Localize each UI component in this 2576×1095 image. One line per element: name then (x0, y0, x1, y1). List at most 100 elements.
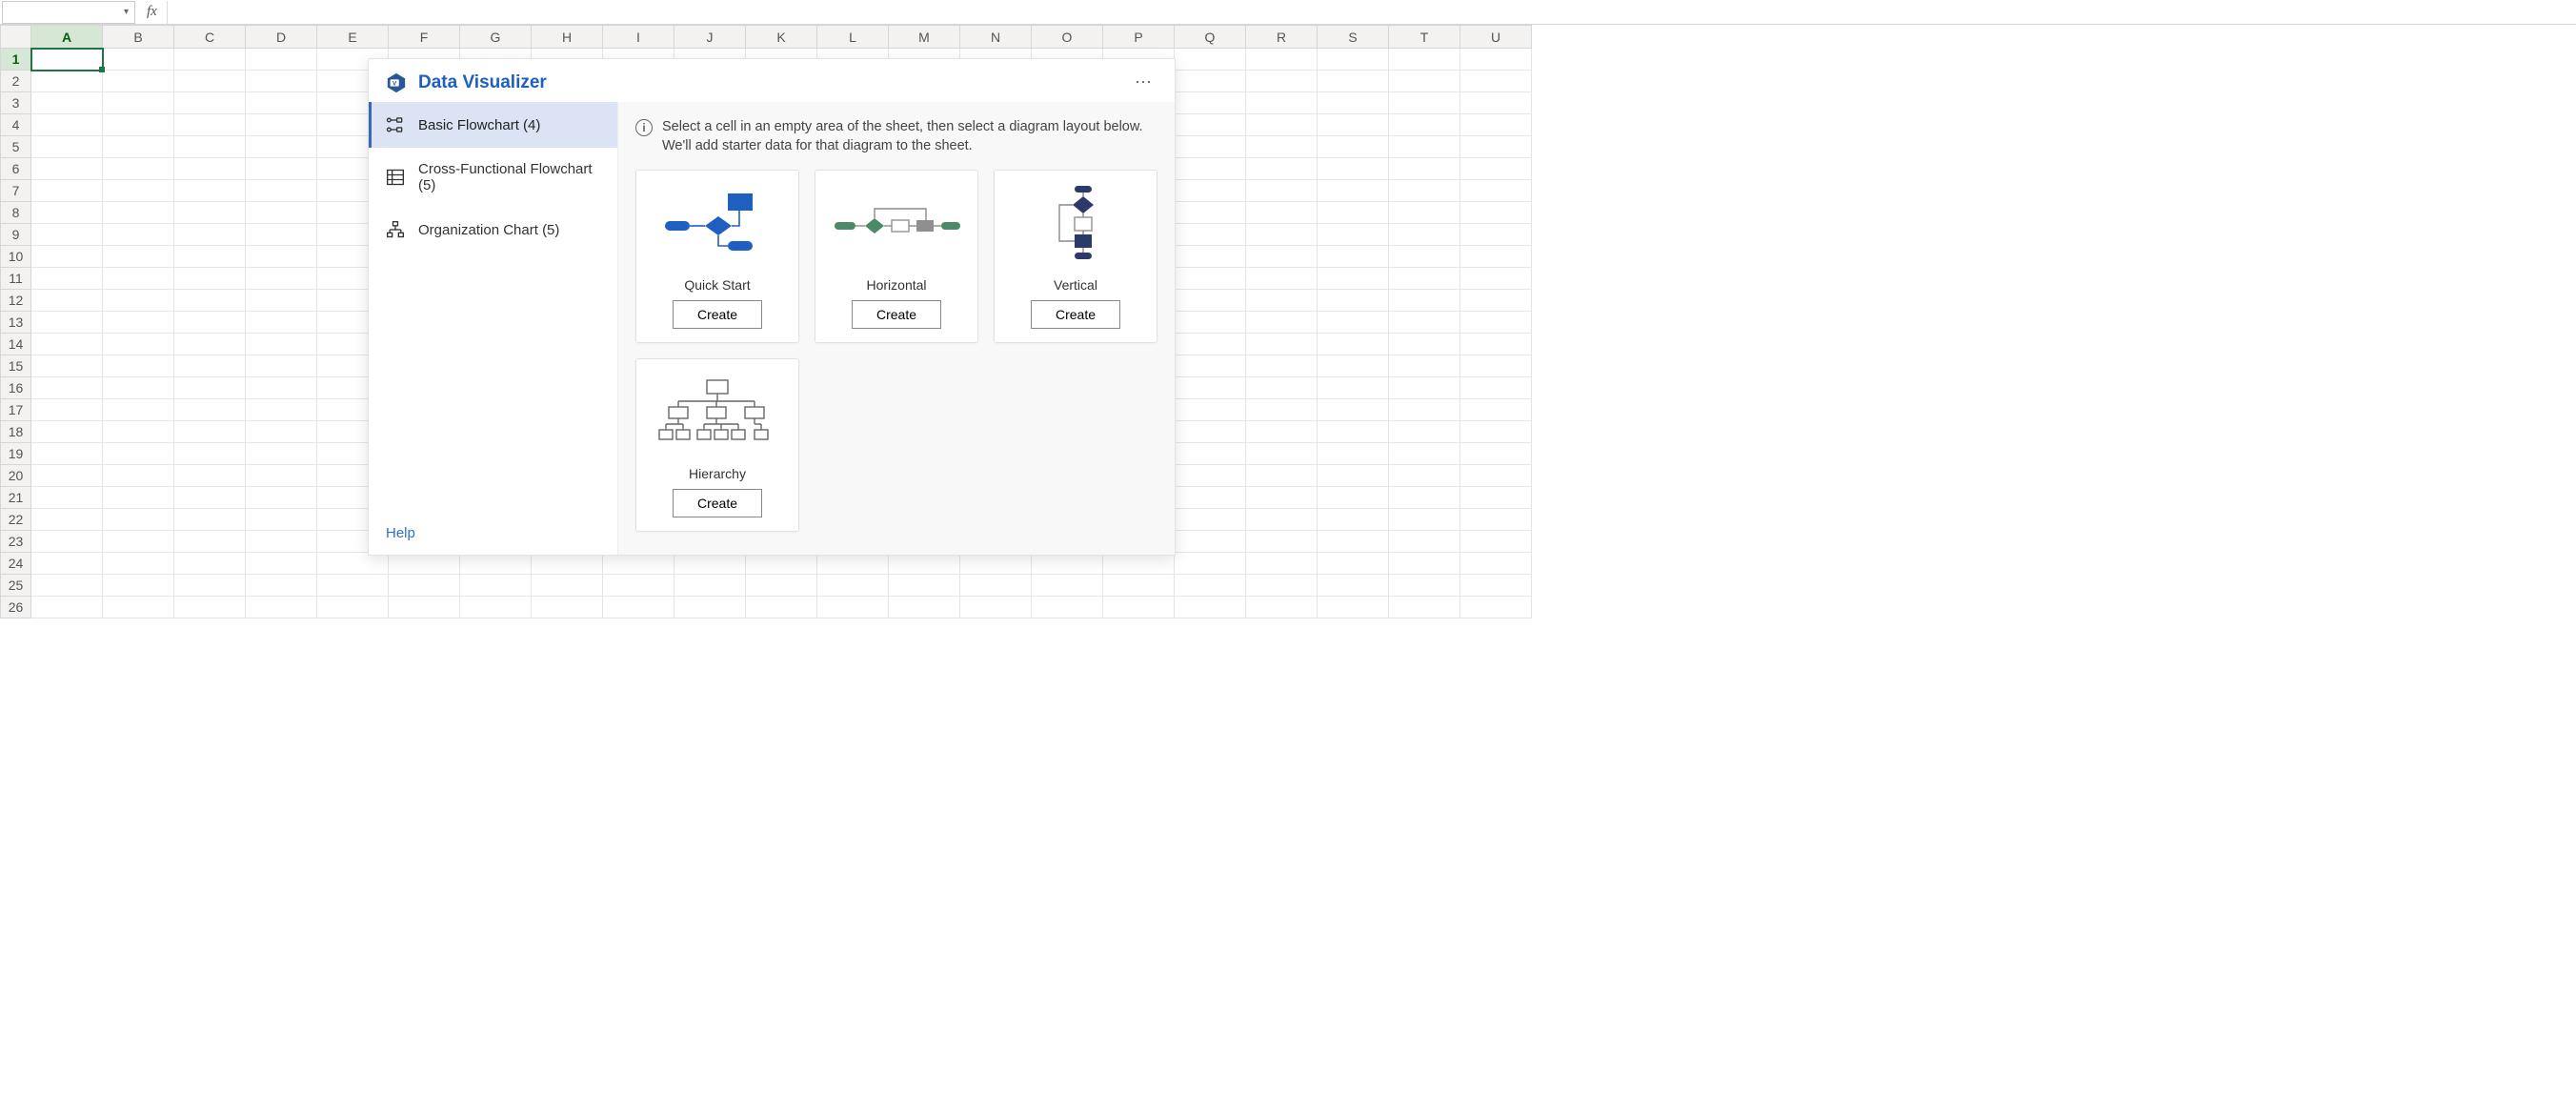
cell[interactable] (1460, 92, 1532, 114)
cell[interactable] (103, 575, 174, 597)
cell[interactable] (1175, 180, 1246, 202)
cell[interactable] (317, 553, 389, 575)
row-header[interactable]: 15 (1, 355, 31, 377)
cell[interactable] (1175, 136, 1246, 158)
cell[interactable] (317, 575, 389, 597)
cell[interactable] (317, 597, 389, 618)
cell[interactable] (460, 597, 532, 618)
cell[interactable] (1460, 71, 1532, 92)
cell[interactable] (817, 553, 889, 575)
cell[interactable] (246, 334, 317, 355)
cell[interactable] (1246, 531, 1318, 553)
cell[interactable] (1389, 180, 1460, 202)
sidebar-item-org-chart[interactable]: Organization Chart (5) (369, 207, 617, 253)
cell[interactable] (1175, 509, 1246, 531)
cell[interactable] (1175, 224, 1246, 246)
cell[interactable] (1318, 509, 1389, 531)
cell[interactable] (1246, 597, 1318, 618)
cell[interactable] (246, 246, 317, 268)
cell[interactable] (1175, 158, 1246, 180)
cell[interactable] (532, 553, 603, 575)
cell[interactable] (1460, 268, 1532, 290)
cell[interactable] (103, 136, 174, 158)
sidebar-item-cross-functional[interactable]: Cross-Functional Flowchart (5) (369, 148, 617, 207)
cell[interactable] (1318, 487, 1389, 509)
cell[interactable] (889, 575, 960, 597)
cell[interactable] (1175, 575, 1246, 597)
row-header[interactable]: 20 (1, 465, 31, 487)
cell[interactable] (103, 355, 174, 377)
row-header[interactable]: 4 (1, 114, 31, 136)
cell[interactable] (1246, 399, 1318, 421)
cell[interactable] (1389, 268, 1460, 290)
cell[interactable] (246, 224, 317, 246)
row-header[interactable]: 8 (1, 202, 31, 224)
cell[interactable] (174, 246, 246, 268)
row-header[interactable]: 21 (1, 487, 31, 509)
cell[interactable] (1246, 377, 1318, 399)
cell[interactable] (103, 597, 174, 618)
cell[interactable] (1460, 465, 1532, 487)
cell[interactable] (960, 575, 1032, 597)
sidebar-item-basic-flowchart[interactable]: Basic Flowchart (4) (369, 102, 617, 148)
name-box[interactable]: ▾ (2, 1, 135, 24)
cell[interactable] (1246, 136, 1318, 158)
cell[interactable] (1175, 246, 1246, 268)
cell[interactable] (174, 465, 246, 487)
cell[interactable] (1389, 158, 1460, 180)
cell[interactable] (174, 180, 246, 202)
cell[interactable] (174, 531, 246, 553)
row-header[interactable]: 12 (1, 290, 31, 312)
cell[interactable] (246, 377, 317, 399)
cell[interactable] (174, 158, 246, 180)
cell[interactable] (1460, 49, 1532, 71)
cell[interactable] (1103, 575, 1175, 597)
cell[interactable] (1318, 399, 1389, 421)
cell[interactable] (31, 312, 103, 334)
cell[interactable] (174, 136, 246, 158)
cell[interactable] (1318, 246, 1389, 268)
row-header[interactable]: 5 (1, 136, 31, 158)
cell[interactable] (246, 71, 317, 92)
cell[interactable] (1318, 290, 1389, 312)
cell[interactable] (174, 553, 246, 575)
cell[interactable] (1103, 553, 1175, 575)
cell[interactable] (246, 290, 317, 312)
cell[interactable] (1318, 531, 1389, 553)
cell[interactable] (1460, 377, 1532, 399)
cell[interactable] (1246, 487, 1318, 509)
row-header[interactable]: 26 (1, 597, 31, 618)
cell[interactable] (603, 553, 674, 575)
cell[interactable] (31, 575, 103, 597)
cell[interactable] (960, 597, 1032, 618)
cell[interactable] (246, 487, 317, 509)
row-header[interactable]: 6 (1, 158, 31, 180)
cell[interactable] (31, 355, 103, 377)
cell[interactable] (103, 158, 174, 180)
cell[interactable] (532, 597, 603, 618)
cell[interactable] (246, 553, 317, 575)
cell[interactable] (1460, 355, 1532, 377)
cell[interactable] (1460, 575, 1532, 597)
cell[interactable] (246, 268, 317, 290)
cell[interactable] (389, 597, 460, 618)
fx-icon[interactable]: fx (137, 4, 167, 20)
cell[interactable] (1389, 355, 1460, 377)
cell[interactable] (1389, 71, 1460, 92)
cell[interactable] (1175, 355, 1246, 377)
cell[interactable] (1460, 531, 1532, 553)
cell[interactable] (1460, 334, 1532, 355)
cell[interactable] (174, 399, 246, 421)
cell[interactable] (1246, 202, 1318, 224)
cell[interactable] (1318, 136, 1389, 158)
cell[interactable] (31, 202, 103, 224)
cell[interactable] (103, 180, 174, 202)
cell[interactable] (31, 421, 103, 443)
cell[interactable] (246, 465, 317, 487)
column-header[interactable]: D (246, 26, 317, 49)
cell[interactable] (1318, 49, 1389, 71)
column-header[interactable]: I (603, 26, 674, 49)
cell[interactable] (1389, 443, 1460, 465)
cell[interactable] (31, 487, 103, 509)
cell[interactable] (1318, 312, 1389, 334)
